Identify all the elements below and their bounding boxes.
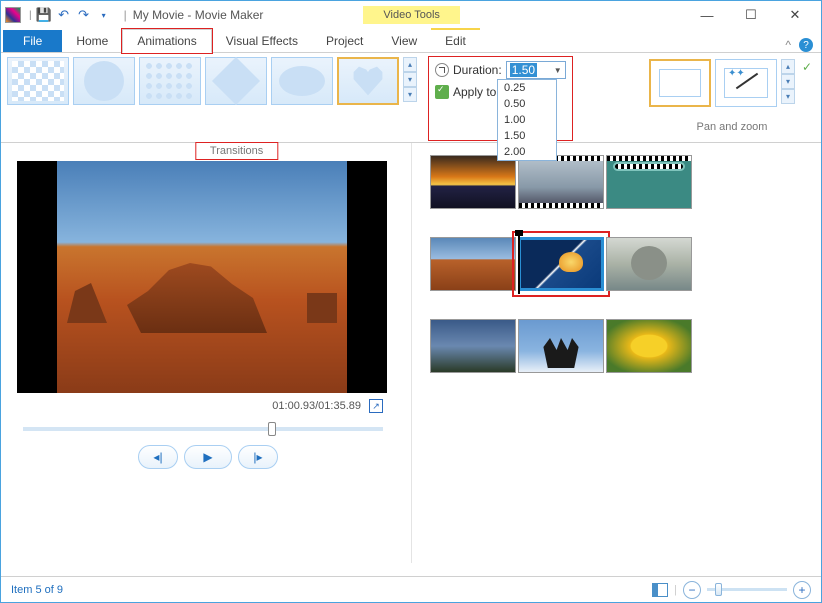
chevron-down-icon[interactable]: ▼	[554, 66, 562, 75]
main-area: 01:00.93/01:35.89 ↗ ◂| ▶ |▸	[1, 143, 821, 563]
zoom-slider[interactable]	[707, 588, 787, 591]
duration-group: Duration: 1.50 ▼ Apply to all 0.25 0.50 …	[429, 57, 572, 140]
clip-thumbnail[interactable]	[606, 155, 692, 209]
seek-thumb[interactable]	[268, 422, 276, 436]
duration-option[interactable]: 0.50	[498, 96, 556, 112]
duration-option[interactable]: 1.00	[498, 112, 556, 128]
tab-visual-effects[interactable]: Visual Effects	[212, 30, 312, 52]
status-text: Item 5 of 9	[11, 584, 63, 596]
pan-zoom-group: ✦✦ ▴▾▾ ✓ Pan and zoom	[649, 57, 815, 140]
qat-dropdown-icon[interactable]: ▾	[96, 7, 112, 23]
pan-zoom-label: Pan and zoom	[697, 121, 768, 133]
transition-checker[interactable]	[7, 57, 69, 105]
video-tools-tab-label: Video Tools	[363, 6, 459, 24]
clip-thumbnail-selected[interactable]	[518, 237, 604, 291]
time-display: 01:00.93/01:35.89	[272, 400, 361, 412]
seek-slider[interactable]	[23, 427, 383, 431]
title-bar: | 💾 ↶ ↷ ▾ | My Movie - Movie Maker Video…	[1, 1, 821, 29]
transition-oval[interactable]	[271, 57, 333, 105]
duration-label: Duration:	[453, 63, 502, 77]
next-frame-button[interactable]: |▸	[238, 445, 278, 469]
collapse-ribbon-icon[interactable]: ^	[785, 38, 791, 52]
playhead-icon[interactable]	[518, 234, 520, 294]
tab-view[interactable]: View	[377, 30, 431, 52]
clock-icon	[435, 63, 449, 77]
transition-diamond[interactable]	[205, 57, 267, 105]
help-icon[interactable]: ?	[799, 38, 813, 52]
pan-zoom-scroll[interactable]: ▴▾▾	[781, 59, 795, 107]
apply-all-icon	[435, 85, 449, 99]
close-button[interactable]: ✕	[773, 2, 817, 28]
gallery-scroll[interactable]: ▴▾▾	[403, 57, 417, 102]
duration-option[interactable]: 2.00	[498, 144, 556, 160]
storyboard-pane[interactable]	[411, 143, 821, 563]
fullscreen-icon[interactable]: ↗	[369, 399, 383, 413]
tab-project[interactable]: Project	[312, 30, 377, 52]
duration-input[interactable]: 1.50 ▼	[506, 61, 566, 79]
app-icon	[5, 7, 21, 23]
transitions-gallery: ▴▾▾ Transitions	[7, 57, 417, 140]
clip-thumbnail[interactable]	[518, 155, 604, 209]
playback-controls: ◂| ▶ |▸	[17, 445, 399, 469]
duration-value: 1.50	[510, 63, 537, 77]
transition-dots[interactable]	[139, 57, 201, 105]
pan-zoom-auto[interactable]: ✦✦	[715, 59, 777, 107]
storyboard-row	[430, 155, 811, 209]
zoom-controls: | − +	[652, 581, 811, 599]
redo-icon[interactable]: ↷	[76, 7, 92, 23]
clip-thumbnail[interactable]	[430, 319, 516, 373]
clip-thumbnail[interactable]	[430, 237, 516, 291]
duration-option[interactable]: 0.25	[498, 80, 556, 96]
zoom-thumb[interactable]	[715, 583, 722, 596]
storyboard-row	[430, 319, 811, 373]
clip-thumbnail[interactable]	[606, 319, 692, 373]
zoom-in-button[interactable]: +	[793, 581, 811, 599]
zoom-out-button[interactable]: −	[683, 581, 701, 599]
save-icon[interactable]: 💾	[36, 7, 52, 23]
tab-file[interactable]: File	[3, 30, 62, 52]
tab-home[interactable]: Home	[62, 30, 122, 52]
pan-zoom-none[interactable]	[649, 59, 711, 107]
prev-frame-button[interactable]: ◂|	[138, 445, 178, 469]
window-title: My Movie - Movie Maker	[133, 8, 264, 22]
clip-thumbnail[interactable]	[606, 237, 692, 291]
ribbon-content: ▴▾▾ Transitions Duration: 1.50 ▼ Apply t…	[1, 53, 821, 143]
quick-access-toolbar: 💾 ↶ ↷ ▾	[36, 7, 112, 23]
storyboard-row	[430, 237, 811, 291]
play-button[interactable]: ▶	[184, 445, 232, 469]
clip-thumbnail[interactable]	[518, 319, 604, 373]
tab-edit[interactable]: Edit	[431, 28, 480, 52]
maximize-button[interactable]: ☐	[729, 2, 773, 28]
duration-option[interactable]: 1.50	[498, 128, 556, 144]
tab-animations[interactable]: Animations	[122, 29, 211, 53]
transition-heart[interactable]	[337, 57, 399, 105]
transitions-group-label: Transitions	[195, 142, 278, 160]
ribbon-tabs: File Home Animations Visual Effects Proj…	[1, 29, 821, 53]
preview-pane: 01:00.93/01:35.89 ↗ ◂| ▶ |▸	[1, 143, 411, 563]
undo-icon[interactable]: ↶	[56, 7, 72, 23]
clip-thumbnail[interactable]	[430, 155, 516, 209]
preview-viewport[interactable]	[17, 161, 387, 393]
preview-image	[57, 161, 347, 393]
thumbnail-size-icon[interactable]	[652, 583, 668, 597]
status-bar: Item 5 of 9 | − +	[1, 576, 821, 602]
minimize-button[interactable]: —	[685, 2, 729, 28]
apply-all-pz-icon[interactable]: ✓	[799, 59, 815, 75]
transition-circle[interactable]	[73, 57, 135, 105]
duration-dropdown: 0.25 0.50 1.00 1.50 2.00	[497, 79, 557, 161]
